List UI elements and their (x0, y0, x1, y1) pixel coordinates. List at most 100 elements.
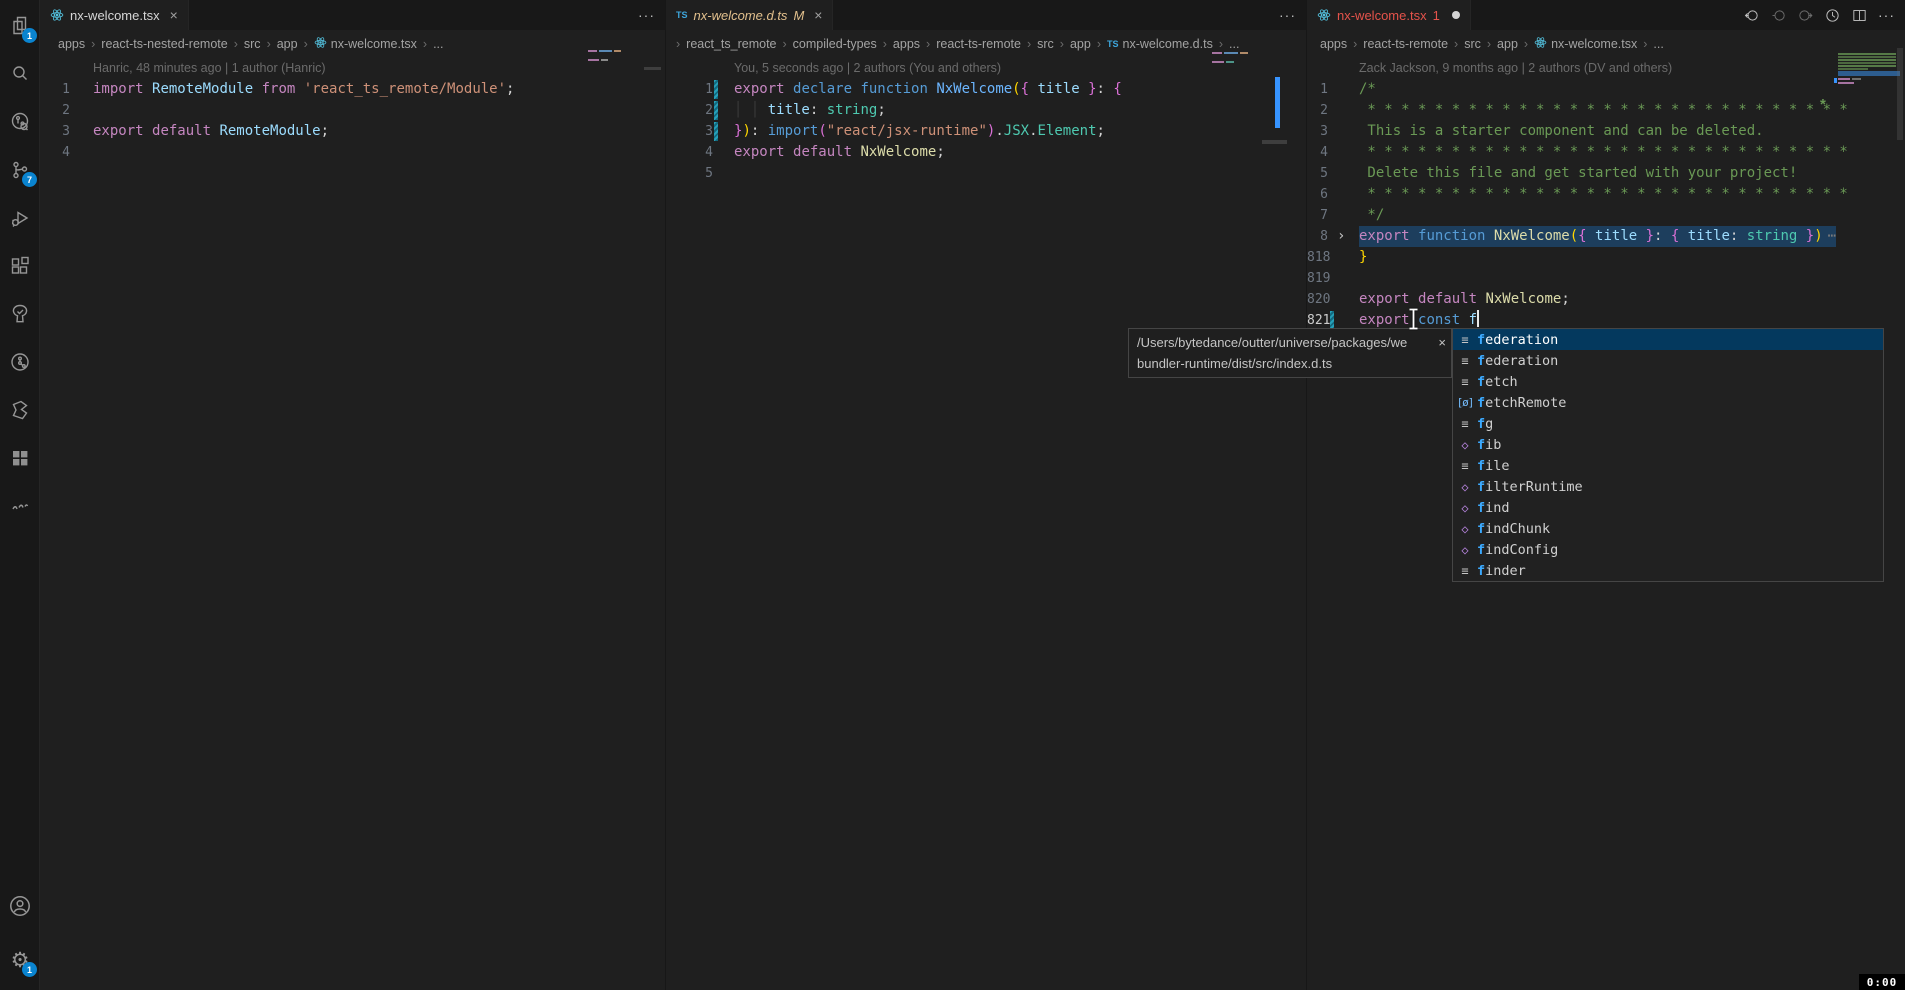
gutter-modified-indicator (714, 80, 718, 99)
suggest-details-path-line2: bundler-runtime/dist/src/index.d.ts (1137, 353, 1443, 374)
code-line[interactable]: export function NxWelcome({ title }: { t… (1359, 226, 1836, 247)
source-control-icon[interactable]: 7 (0, 150, 40, 190)
suggest-item[interactable]: ≡fg (1453, 413, 1883, 434)
tab-nx-welcome-dts[interactable]: TS nx-welcome.d.ts M × (666, 0, 833, 30)
close-icon[interactable]: × (1438, 332, 1446, 353)
breadcrumb-item[interactable]: react-ts-remote (1363, 37, 1448, 51)
minimap-slider-pane1[interactable] (644, 67, 661, 70)
code-line[interactable]: */ (1359, 205, 1384, 226)
suggest-item[interactable]: ◇findConfig (1453, 539, 1883, 560)
code-line[interactable]: * * * * * * * * * * * * * * * * * * * * … (1359, 184, 1848, 205)
tab-close-icon[interactable]: × (814, 7, 822, 23)
suggest-item[interactable]: ≡finder (1453, 560, 1883, 581)
tab-close-icon[interactable]: × (170, 7, 178, 23)
accounts-icon[interactable] (0, 886, 40, 926)
breadcrumb-item[interactable]: TSnx-welcome.d.ts (1107, 37, 1213, 51)
breadcrumb-item[interactable]: react_ts_remote (686, 37, 776, 51)
test-tree-icon[interactable] (0, 294, 40, 334)
code-line[interactable]: │ │ title: string; (734, 100, 886, 121)
suggest-item-label: filterRuntime (1477, 479, 1583, 495)
code-line[interactable]: * * * * * * * * * * * * * * * * * * * * … (1359, 100, 1848, 121)
suggest-item[interactable]: ≡fetch (1453, 371, 1883, 392)
code-line[interactable]: }): import("react/jsx-runtime").JSX.Elem… (734, 121, 1105, 142)
breadcrumb-item[interactable]: nx-welcome.tsx (314, 36, 417, 52)
minimap-pane2[interactable] (1212, 52, 1254, 72)
breadcrumb-item[interactable]: app (1497, 37, 1518, 51)
suggest-item[interactable]: ◇filterRuntime (1453, 476, 1883, 497)
go-previous-icon[interactable] (1770, 7, 1787, 24)
suggest-item[interactable]: ◇findChunk (1453, 518, 1883, 539)
editor-actions-more-icon[interactable]: ··· (638, 0, 665, 30)
line-number: 3 (1307, 121, 1328, 142)
chevron-right-icon: › (783, 37, 787, 51)
minimap-pane3[interactable] (1838, 53, 1900, 85)
commit-graph-search-icon[interactable] (0, 102, 40, 142)
code-line[interactable]: export default RemoteModule; (93, 121, 329, 142)
breadcrumb-item[interactable]: app (1070, 37, 1091, 51)
suggest-item[interactable]: ≡file (1453, 455, 1883, 476)
code-line[interactable]: /* (1359, 79, 1376, 100)
grid-icon[interactable] (0, 438, 40, 478)
suggest-item-label: federation (1477, 353, 1558, 369)
breadcrumb-item[interactable]: src (1037, 37, 1054, 51)
tab-nx-welcome-tsx-nested[interactable]: nx-welcome.tsx × (40, 0, 189, 30)
code-line[interactable]: Delete this file and get started with yo… (1359, 163, 1797, 184)
breadcrumb-item[interactable]: react-ts-remote (936, 37, 1021, 51)
text-cursor (1477, 310, 1479, 327)
code-line[interactable]: export declare function NxWelcome({ titl… (734, 79, 1122, 100)
squiggles-icon[interactable] (0, 486, 40, 526)
fold-chevron-icon[interactable]: › (1337, 226, 1345, 247)
breadcrumb-item[interactable]: apps (893, 37, 920, 51)
breadcrumb-item[interactable]: ... (1229, 37, 1239, 51)
line-number: 4 (40, 142, 70, 163)
nx-console-icon[interactable] (0, 390, 40, 430)
suggest-item-label: findConfig (1477, 542, 1558, 558)
react-icon (50, 8, 64, 22)
breadcrumb-item[interactable]: ... (1653, 37, 1663, 51)
suggest-item[interactable]: [ø]fetchRemote (1453, 392, 1883, 413)
suggest-item[interactable]: ◇fib (1453, 434, 1883, 455)
code-line[interactable]: import RemoteModule from 'react_ts_remot… (93, 79, 514, 100)
editor-actions-more-icon[interactable]: ··· (1279, 0, 1306, 30)
go-back-icon[interactable] (1743, 7, 1760, 24)
extensions-icon[interactable] (0, 246, 40, 286)
breadcrumb: ›react_ts_remote›compiled-types›apps›rea… (666, 30, 1306, 58)
timeline-icon[interactable] (0, 342, 40, 382)
explorer-icon[interactable]: 1 (0, 6, 40, 46)
suggest-item[interactable]: ≡federation (1453, 350, 1883, 371)
minimap-pane1[interactable] (588, 50, 628, 70)
suggest-widget: ≡federation≡federation≡fetch[ø]fetchRemo… (1452, 328, 1884, 582)
code-editor-2[interactable]: You, 5 seconds ago | 2 authors (You and … (666, 58, 1306, 990)
folded-ellipsis[interactable]: ⋯ (1828, 228, 1836, 244)
suggest-item[interactable]: ◇find (1453, 497, 1883, 518)
breadcrumb-item[interactable]: nx-welcome.tsx (1534, 36, 1637, 52)
split-editor-icon[interactable] (1851, 7, 1868, 24)
tab-dirty-dot[interactable] (1452, 11, 1460, 19)
breadcrumb-item[interactable]: apps (58, 37, 85, 51)
breadcrumb-item[interactable]: compiled-types (793, 37, 877, 51)
breadcrumb-item[interactable]: react-ts-nested-remote (101, 37, 227, 51)
go-forward-icon[interactable] (1797, 7, 1814, 24)
breadcrumb-item[interactable]: src (244, 37, 261, 51)
scrollbar-pane3[interactable] (1897, 48, 1903, 140)
code-line[interactable]: * * * * * * * * * * * * * * * * * * * * … (1359, 142, 1848, 163)
code-editor-1[interactable]: Hanric, 48 minutes ago | 1 author (Hanri… (40, 58, 665, 990)
code-line[interactable]: } (1359, 247, 1367, 268)
minimap-slider-pane2[interactable] (1262, 140, 1287, 144)
suggest-item[interactable]: ≡federation (1453, 329, 1883, 350)
more-actions-icon[interactable]: ··· (1878, 7, 1895, 23)
tab-nx-welcome-tsx-remote[interactable]: nx-welcome.tsx 1 (1307, 0, 1471, 30)
suggest-details-tooltip: /Users/bytedance/outter/universe/package… (1128, 328, 1452, 378)
breadcrumb-item[interactable]: apps (1320, 37, 1347, 51)
code-line[interactable]: This is a starter component and can be d… (1359, 121, 1764, 142)
breadcrumb-item[interactable]: app (277, 37, 298, 51)
settings-gear-icon[interactable]: ⚙ 1 (0, 940, 40, 980)
timeline-clock-icon[interactable] (1824, 7, 1841, 24)
breadcrumb-item[interactable]: ... (433, 37, 443, 51)
code-line[interactable]: export default NxWelcome; (1359, 289, 1570, 310)
overview-ruler-modified[interactable] (1275, 77, 1280, 128)
search-icon[interactable] (0, 54, 40, 94)
run-and-debug-icon[interactable] (0, 198, 40, 238)
breadcrumb-item[interactable]: src (1464, 37, 1481, 51)
code-line[interactable]: export default NxWelcome; (734, 142, 945, 163)
